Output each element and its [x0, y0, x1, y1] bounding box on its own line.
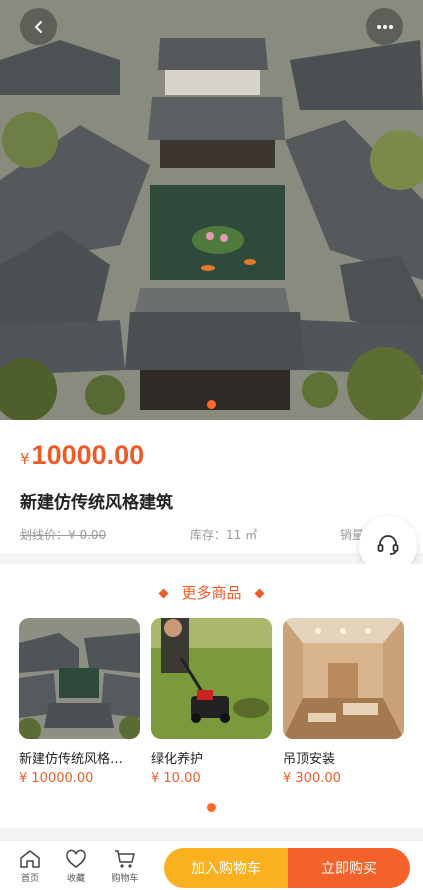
original-price: 划线价：¥ 0.00	[20, 528, 107, 542]
goods-carousel-dot[interactable]	[207, 803, 216, 812]
ceiling-room-thumbnail	[283, 618, 404, 739]
product-price: ¥ 10000.00	[20, 440, 144, 471]
carousel-indicator-dot[interactable]	[207, 400, 216, 409]
home-icon	[20, 850, 40, 868]
lawn-mowing-photo	[151, 618, 272, 739]
courtyard-thumbnail	[19, 618, 140, 739]
more-options-button[interactable]	[366, 8, 403, 45]
tab-cart[interactable]: 购物车	[103, 849, 147, 884]
back-button[interactable]	[20, 8, 57, 45]
more-goods-heading: 更多商品	[0, 582, 423, 603]
currency-symbol: ¥	[20, 450, 30, 468]
goods-card[interactable]: 绿化养护 ¥ 10.00	[151, 618, 272, 786]
price-value: 10000.00	[31, 440, 145, 470]
product-info-card: ¥ 10000.00 新建仿传统风格建筑 划线价：¥ 0.00 库存：11 ㎡ …	[0, 420, 423, 553]
tab-cart-label: 购物车	[111, 874, 139, 884]
add-to-cart-button[interactable]: 加入购物车	[164, 848, 288, 888]
courtyard-illustration	[0, 0, 423, 420]
stock-info: 库存：11 ㎡	[190, 528, 258, 542]
heart-icon	[66, 849, 86, 868]
lawn-mowing-thumbnail	[151, 618, 272, 739]
tab-home-label: 首页	[20, 874, 39, 884]
headset-icon	[377, 535, 399, 555]
buy-now-button[interactable]: 立即购买	[288, 848, 410, 888]
courtyard-photo	[19, 618, 140, 739]
tab-home[interactable]: 首页	[8, 849, 52, 884]
ceiling-room-photo	[283, 618, 404, 739]
goods-price: ¥ 10000.00	[19, 771, 94, 786]
goods-name: 绿化养护	[151, 752, 204, 767]
goods-name: 吊顶安装	[283, 752, 336, 767]
cart-icon	[115, 850, 135, 868]
goods-card[interactable]: 新建仿传统风格… ¥ 10000.00	[19, 618, 140, 786]
goods-price: ¥ 300.00	[283, 771, 341, 786]
goods-name: 新建仿传统风格…	[19, 752, 124, 767]
goods-price: ¥ 10.00	[151, 771, 201, 786]
ellipsis-icon	[376, 24, 393, 29]
goods-card[interactable]: 吊顶安装 ¥ 300.00	[283, 618, 404, 786]
more-goods-title: 更多商品	[181, 584, 242, 602]
chevron-left-icon	[34, 20, 42, 33]
product-hero-image	[0, 0, 423, 420]
tab-favorite-label: 收藏	[66, 874, 85, 884]
diamond-icon	[159, 588, 169, 599]
diamond-icon	[254, 588, 264, 599]
tab-favorite[interactable]: 收藏	[54, 849, 98, 884]
more-goods-section: 更多商品 新建仿传统风格… ¥ 10000.00 绿化养护 ¥ 10.00 吊顶…	[0, 564, 423, 828]
product-title: 新建仿传统风格建筑	[20, 493, 173, 513]
bottom-action-bar: 首页 收藏 购物车 加入购物车 立即购买	[0, 840, 423, 890]
